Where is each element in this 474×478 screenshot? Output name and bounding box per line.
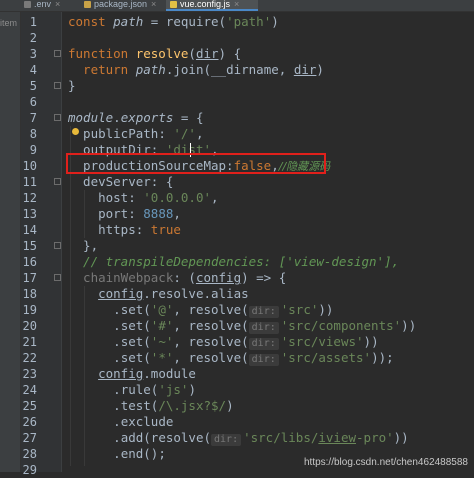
code-line-5: } [68,78,76,93]
close-icon[interactable]: × [151,0,156,9]
editor-tab-bar: .env × package.json × vue.config.js × [0,0,474,12]
annotation-highlight-box [66,153,326,174]
code-line-12: host: '0.0.0.0', [68,190,219,205]
line-number: 7 [29,111,37,125]
line-number: 23 [22,367,37,381]
tab-package-json[interactable]: package.json × [80,0,164,11]
line-number: 14 [22,223,37,237]
line-number: 29 [22,463,37,477]
lightbulb-icon[interactable] [72,128,79,135]
fold-toggle-icon[interactable] [54,82,61,89]
close-icon[interactable]: × [55,0,60,9]
code-line-21: .set('~', resolve(dir:'src/views')) [68,334,379,350]
line-number: 4 [29,63,37,77]
parameter-hint: dir: [248,354,279,366]
line-number: 13 [22,207,37,221]
code-editor[interactable]: const path = require('path') function re… [62,12,474,472]
code-line-15: }, [68,238,99,253]
code-line-14: https: true [68,222,181,237]
line-number: 19 [22,303,37,317]
tab-label: package.json [94,0,148,9]
fold-toggle-icon[interactable] [54,178,61,185]
fold-toggle-icon[interactable] [54,242,61,249]
fold-toggle-icon[interactable] [54,274,61,281]
env-file-icon [24,1,31,8]
line-number: 15 [22,239,37,253]
parameter-hint: dir: [248,306,279,318]
line-number: 8 [29,127,37,141]
line-number: 27 [22,431,37,445]
parameter-hint: dir: [248,338,279,350]
line-number: 3 [29,47,37,61]
line-number: 16 [22,255,37,269]
code-line-22: .set('*', resolve(dir:'src/assets')); [68,350,394,366]
fold-toggle-icon[interactable] [54,50,61,57]
code-line-16: // transpileDependencies: ['view-design'… [68,254,400,269]
code-line-4: return path.join(__dirname, dir) [68,62,324,77]
code-line-20: .set('#', resolve(dir:'src/components')) [68,318,417,334]
line-number: 24 [22,383,37,397]
parameter-hint: dir: [248,322,279,334]
code-line-26: .exclude [68,414,174,429]
tab-label: .env [34,0,52,9]
line-number: 2 [29,31,37,45]
watermark-text: https://blog.csdn.net/chen462488588 [303,457,468,468]
line-number: 12 [22,191,37,205]
line-number: 6 [29,95,37,109]
line-number-gutter: 1 2 3 4 5 6 7 8 9 10 11 12 13 14 15 16 1… [21,12,62,477]
code-line-24: .rule('js') [68,382,196,397]
code-line-19: .set('@', resolve(dir:'src')) [68,302,334,318]
tab-vue-config-js[interactable]: vue.config.js × [166,0,258,11]
line-number: 9 [29,143,37,157]
line-number: 10 [22,159,37,173]
line-number: 28 [22,447,37,461]
code-line-13: port: 8888, [68,206,181,221]
line-number: 17 [22,271,37,285]
code-line-18: config.resolve.alias [98,286,249,301]
json-file-icon [84,1,91,8]
close-icon[interactable]: × [234,0,239,9]
code-line-27: .add(resolve(dir:'src/libs/iview-pro')) [68,430,409,446]
line-number: 26 [22,415,37,429]
js-file-icon [170,1,177,8]
line-number: 1 [29,15,37,29]
parameter-hint: dir: [211,434,242,446]
fold-toggle-icon[interactable] [54,114,61,121]
code-line-11: devServer: { [68,174,174,189]
code-line-1: const path = require('path') [68,14,279,29]
code-line-25: .test(/\.jsx?$/) [68,398,234,413]
line-number: 25 [22,399,37,413]
line-number: 22 [22,351,37,365]
line-number: 5 [29,79,37,93]
line-number: 18 [22,287,37,301]
code-line-28: .end(); [68,446,166,461]
line-number: 21 [22,335,37,349]
tab-label: vue.config.js [180,0,231,9]
code-line-17: chainWebpack: (config) => { [68,270,287,285]
line-number: 11 [22,175,37,189]
code-line-23: config.module [98,366,196,381]
line-number: 20 [22,319,37,333]
tab-env[interactable]: .env × [20,0,78,11]
code-line-7: module.exports = { [68,110,204,125]
code-line-8: publicPath: '/', [68,126,204,141]
code-line-3: function resolve(dir) { [68,46,242,61]
